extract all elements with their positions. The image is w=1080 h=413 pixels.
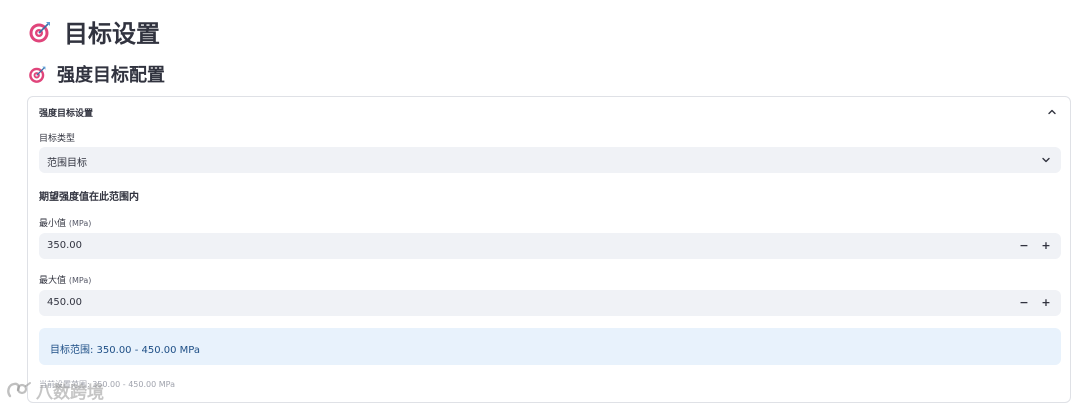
- chevron-down-icon[interactable]: [1041, 155, 1051, 165]
- target-dart-icon: [28, 20, 52, 44]
- min-decrement-button[interactable]: −: [1015, 237, 1033, 255]
- min-value-unit: (MPa): [68, 219, 92, 228]
- min-value-label: 最小值 (MPa): [39, 216, 91, 229]
- section-title: 强度目标配置: [28, 61, 165, 87]
- min-value-text: 350.00: [47, 240, 82, 251]
- watermark-logo-icon: [6, 380, 32, 402]
- expander-header[interactable]: 强度目标设置: [28, 97, 1070, 127]
- min-value-input[interactable]: 350.00 − +: [39, 233, 1061, 259]
- max-value-label: 最大值 (MPa): [39, 273, 91, 286]
- watermark-text: 八数跨境: [36, 383, 104, 403]
- max-increment-button[interactable]: +: [1037, 294, 1055, 312]
- target-type-label: 目标类型: [39, 134, 76, 144]
- expander-title: 强度目标设置: [39, 109, 94, 119]
- target-type-value: 范围目标: [47, 158, 87, 169]
- page: 目标设置 强度目标配置 强度目标设置 目标类型 范围目标 期望强度值在此范围内 …: [0, 0, 1080, 413]
- chevron-up-icon[interactable]: [1046, 106, 1058, 118]
- max-value-label-text: 最大值: [39, 276, 67, 286]
- target-type-select[interactable]: 范围目标: [39, 147, 1061, 173]
- max-decrement-button[interactable]: −: [1015, 294, 1033, 312]
- page-title: 目标设置: [28, 14, 160, 49]
- section-title-text: 强度目标配置: [57, 65, 165, 86]
- range-subheading: 期望强度值在此范围内: [39, 192, 139, 203]
- target-range-info: 目标范围: 350.00 - 450.00 MPa: [39, 328, 1061, 365]
- target-dart-icon: [28, 65, 47, 84]
- strength-target-expander: 强度目标设置 目标类型 范围目标 期望强度值在此范围内 最小值 (MPa) 35…: [27, 96, 1071, 403]
- min-value-label-text: 最小值: [39, 219, 67, 229]
- target-range-info-text: 目标范围: 350.00 - 450.00 MPa: [50, 345, 201, 356]
- max-value-unit: (MPa): [68, 276, 92, 285]
- min-increment-button[interactable]: +: [1037, 237, 1055, 255]
- max-value-input[interactable]: 450.00 − +: [39, 290, 1061, 316]
- page-title-text: 目标设置: [64, 20, 160, 48]
- watermark: 八数跨境: [6, 378, 104, 403]
- max-value-text: 450.00: [47, 297, 82, 308]
